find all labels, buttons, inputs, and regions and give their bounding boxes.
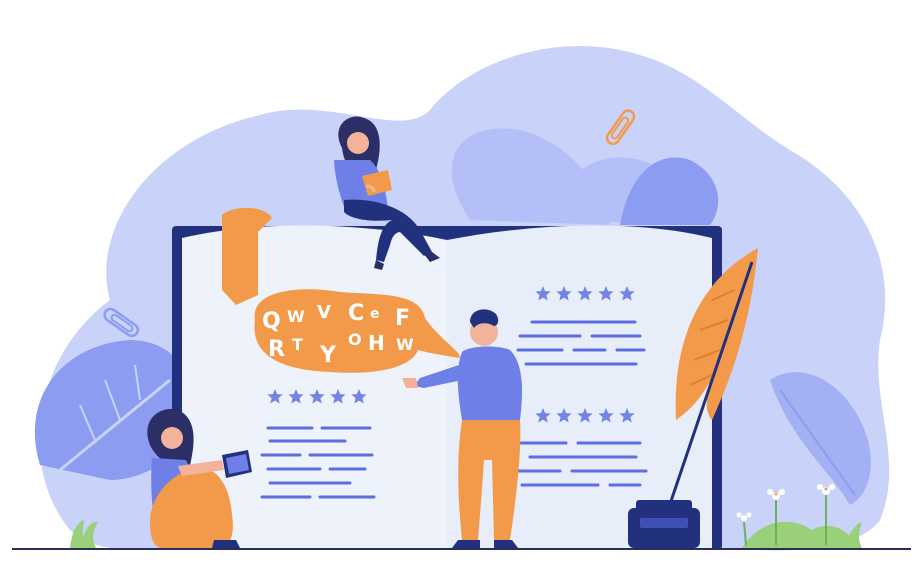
bubble-letter: R [268,337,285,362]
bubble-letter: F [395,306,410,331]
bubble-letter: H [368,331,385,355]
bubble-letter: W [287,307,305,326]
bubble-letter: V [317,302,331,323]
bubble-letter: Y [319,343,337,368]
ink-pot-icon [628,500,700,548]
illustration-canvas: Q W V C e F R T Y O H W [12,46,911,551]
bubble-letter: C [348,301,364,326]
bubble-letter: Q [262,309,281,334]
bubble-letter: e [370,306,380,322]
bubble-letter: T [292,335,303,354]
bubble-letter: O [348,330,362,349]
illustration-scene: Q W V C e F R T Y O H W [0,0,923,585]
bubble-letter: W [396,335,414,354]
